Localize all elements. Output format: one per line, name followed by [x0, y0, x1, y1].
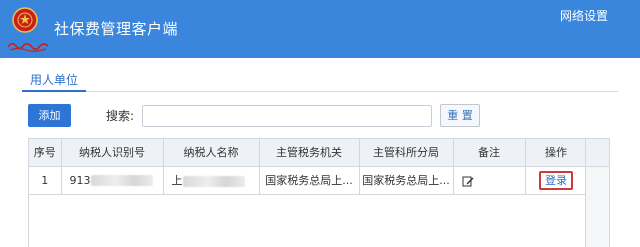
edit-icon[interactable]: [462, 175, 474, 187]
search-input[interactable]: [142, 105, 432, 127]
taxpayer-name-prefix: 上: [171, 174, 183, 187]
reset-button[interactable]: 重 置: [440, 104, 480, 127]
login-button[interactable]: 登录: [539, 170, 573, 190]
redacted-taxpayer-id: [90, 175, 153, 186]
taxpayer-id-prefix: 913: [69, 173, 91, 187]
app-title: 社保费管理客户端: [54, 20, 179, 38]
column-header-action: 操作: [525, 139, 588, 167]
tax-brand-logo: [7, 42, 49, 52]
taxpayer-table: 序号 纳税人识别号 纳税人名称 主管税务机关 主管科所分局 备注 操作 1 91…: [28, 138, 610, 247]
taxpayer-name-cell: 上: [163, 166, 260, 195]
column-header-index: 序号: [29, 139, 62, 167]
search-label: 搜索:: [106, 109, 135, 123]
tab-bar: 用人单位: [22, 72, 618, 92]
table-header-row: 序号 纳税人识别号 纳税人名称 主管税务机关 主管科所分局 备注 操作: [29, 139, 588, 167]
column-header-tax-authority: 主管税务机关: [259, 139, 360, 167]
network-settings-link[interactable]: 网络设置: [560, 8, 608, 24]
action-cell: 登录: [525, 166, 588, 195]
tax-emblem-icon: [12, 7, 38, 33]
add-button[interactable]: 添加: [28, 104, 71, 127]
remark-cell: [453, 166, 526, 195]
row-index: 1: [29, 166, 62, 195]
taxpayer-id-cell: 913: [61, 166, 164, 195]
title-bar: 社保费管理客户端 网络设置: [0, 0, 640, 58]
table-row[interactable]: 1 913 上 国家税务总局上... 国家税务总局上... 登录: [29, 166, 588, 195]
column-header-tax-branch: 主管科所分局: [359, 139, 454, 167]
table-filler-header: [585, 139, 609, 167]
tab-employer[interactable]: 用人单位: [22, 72, 87, 92]
column-header-taxpayer-name: 纳税人名称: [163, 139, 260, 167]
redacted-taxpayer-name: [182, 175, 245, 187]
tax-branch-cell: 国家税务总局上...: [359, 166, 454, 195]
column-header-taxpayer-id: 纳税人识别号: [61, 139, 164, 167]
column-header-remark: 备注: [453, 139, 526, 167]
tax-authority-cell: 国家税务总局上...: [259, 166, 360, 195]
